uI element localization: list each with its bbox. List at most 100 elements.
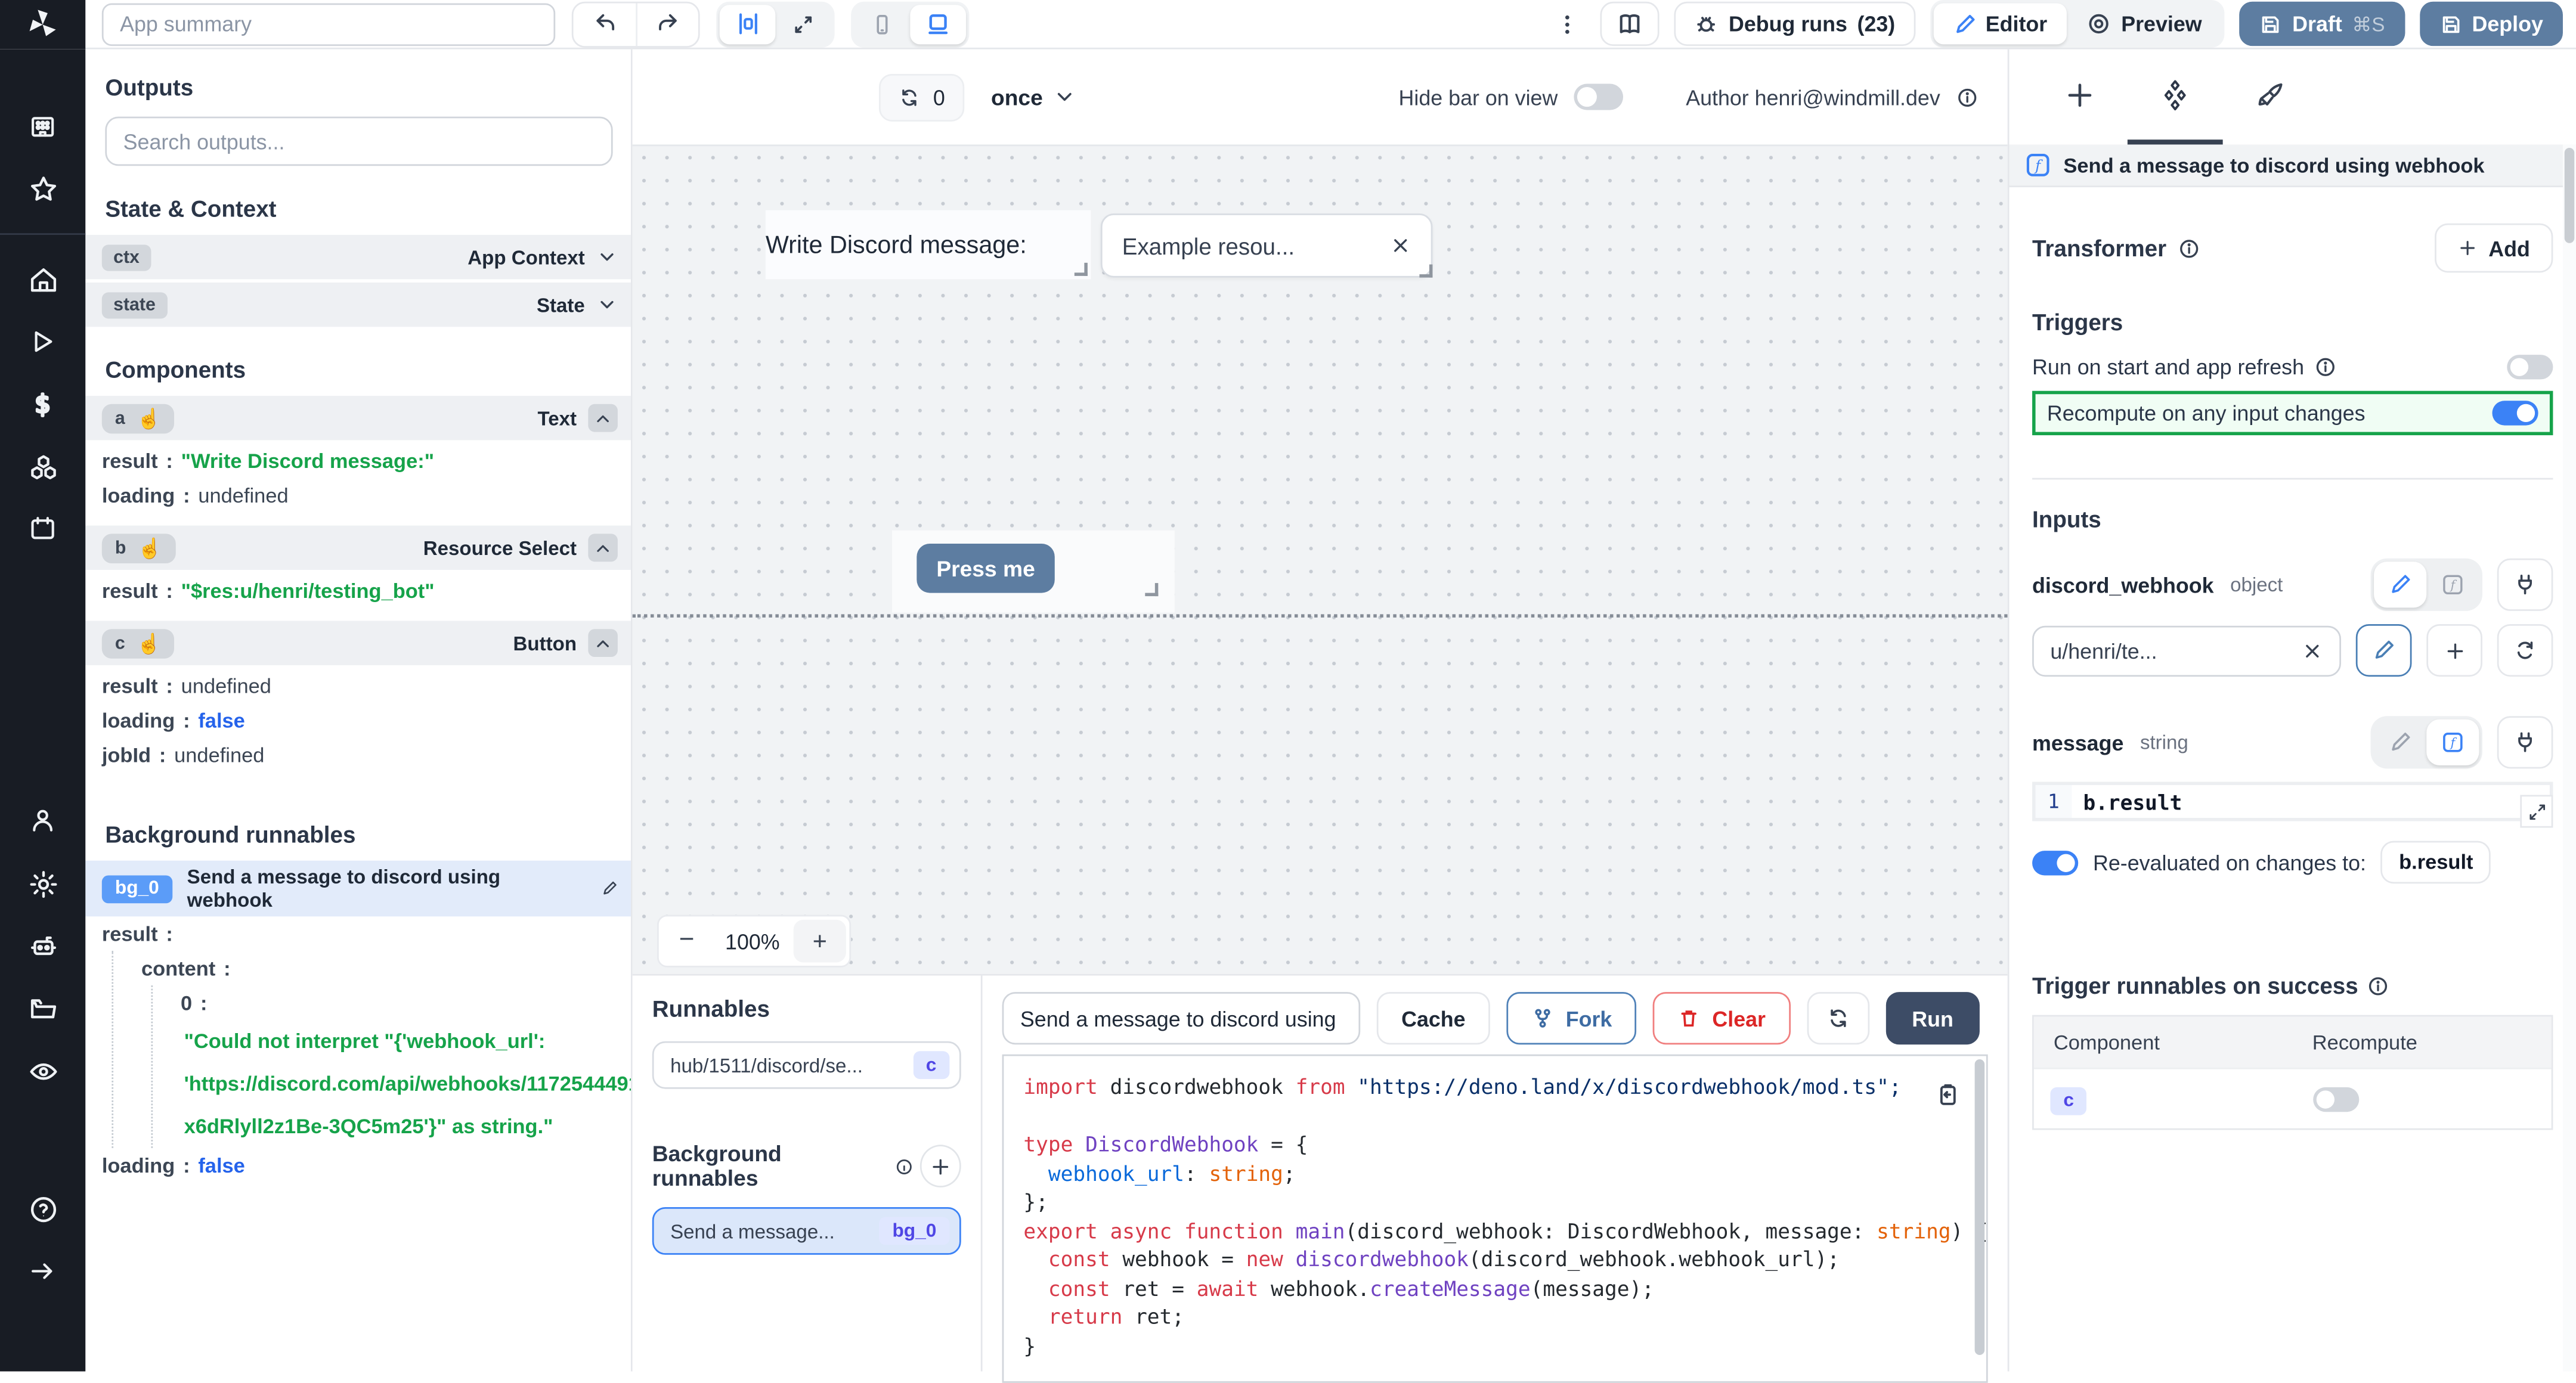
component-a-row[interactable]: a☝ Text [85,396,631,440]
draft-label: Draft [2292,11,2342,36]
press-me-button[interactable]: Press me [917,544,1054,593]
reeval-toggle[interactable] [2032,850,2078,875]
state-row[interactable]: state State [85,283,631,327]
favorites-nav-item[interactable] [0,157,85,220]
msg-static-mode-button[interactable] [2374,720,2426,765]
schedules-nav-item[interactable] [0,498,85,560]
text-component[interactable]: Write Discord message: [766,210,1091,280]
windmill-logo[interactable] [0,0,85,48]
component-c-row[interactable]: c☝ Button [85,621,631,665]
dw-refresh-resource-button[interactable] [2497,624,2553,677]
resource-select-component[interactable]: Example resou... [1101,213,1433,277]
debug-runs-button[interactable]: Debug runs (23) [1674,2,1915,46]
refresh-code-button[interactable] [1807,992,1869,1044]
collapse-c-button[interactable] [588,629,618,657]
right-scrollbar[interactable] [2563,144,2576,1371]
collapse-rail-button[interactable] [0,1240,85,1303]
plus-icon [2457,238,2477,258]
settings-nav-item[interactable] [0,852,85,915]
right-scrollbar-thumb[interactable] [2565,148,2575,243]
add-bg-runnable-button[interactable] [919,1145,961,1187]
collapse-a-button[interactable] [588,404,618,432]
row-recompute-toggle[interactable] [2312,1086,2358,1111]
app-summary-input[interactable] [102,2,555,45]
fork-button[interactable]: Fork [1507,992,1637,1044]
add-transformer-button[interactable]: Add [2434,224,2553,273]
dw-connect-button[interactable] [2497,559,2553,611]
pencil-icon [1953,13,1976,36]
search-outputs-input[interactable] [105,117,612,166]
mobile-view-button[interactable] [854,4,911,44]
code-scrollbar-thumb[interactable] [1975,1059,1985,1355]
msg-eval-mode-button[interactable]: f [2426,720,2479,765]
resize-handle[interactable] [1419,265,1432,278]
svg-text:f: f [2450,736,2457,750]
component-a-badge: a [115,408,125,428]
resize-handle[interactable] [1145,583,1158,596]
run-on-start-toggle[interactable] [2507,355,2553,379]
paintbrush-icon [2256,80,2286,110]
recompute-label: Recompute on any input changes [2047,401,2366,425]
ctx-row[interactable]: ctx App Context [85,235,631,279]
deploy-button[interactable]: Deploy [2419,2,2563,46]
expand-editor-button[interactable] [2520,795,2553,827]
component-b-row[interactable]: b☝ Resource Select [85,526,631,570]
users-nav-item[interactable] [0,790,85,852]
center-align-button[interactable] [720,4,776,44]
hide-bar-toggle[interactable] [1574,84,1624,110]
expand-icon [2528,802,2546,820]
code-editor[interactable]: import discordwebhook from "https://deno… [1002,1055,1988,1383]
dw-add-resource-button[interactable] [2426,624,2482,677]
plug-icon [2513,573,2537,597]
runnable-name-input[interactable] [1002,992,1361,1044]
preview-tab[interactable]: Preview [2067,4,2221,45]
button-component-cell: Press me [892,531,1175,613]
draft-button[interactable]: Draft ⌘S [2240,2,2405,46]
more-menu-button[interactable] [1550,13,1586,36]
runs-nav-item[interactable] [0,311,85,373]
dw-static-mode-button[interactable] [2374,562,2426,607]
undo-button[interactable] [574,2,636,45]
home-nav-item[interactable] [0,248,85,311]
help-nav-item[interactable] [0,1177,85,1240]
recompute-toggle[interactable] [2492,401,2538,425]
runnable-bg0-item[interactable]: Send a message... bg_0 [652,1207,961,1255]
runnable-hub-item[interactable]: hub/1511/discord/se... c [652,1041,961,1089]
author-label: Author henri@windmill.dev [1686,85,1940,109]
msg-connect-button[interactable] [2497,716,2553,768]
collapse-b-button[interactable] [588,534,618,562]
debug-runs-count: (23) [1857,11,1896,36]
cache-button[interactable]: Cache [1377,992,1490,1044]
message-expr-input[interactable]: 1 b.result [2032,782,2553,821]
fullscreen-button[interactable] [775,4,831,44]
refresh-count-button[interactable]: 0 [879,73,965,121]
workspace-nav-item[interactable] [0,95,85,158]
discord-webhook-resource-select[interactable]: u/henri/te... [2032,625,2341,675]
runnables-panel: Runnables hub/1511/discord/se... c Backg… [633,976,983,1372]
tab-styling[interactable] [2223,49,2318,145]
resources-nav-item[interactable] [0,435,85,498]
audit-nav-item[interactable] [0,1040,85,1102]
tab-insert[interactable] [2032,49,2128,145]
tab-component-settings[interactable] [2128,49,2223,145]
frequency-select[interactable]: once [991,85,1076,109]
folders-nav-item[interactable] [0,977,85,1040]
copy-code-button[interactable] [1936,1083,1960,1107]
bg0-row[interactable]: bg_0 Send a message to discord using web… [85,861,631,917]
workers-nav-item[interactable] [0,915,85,978]
clear-button[interactable]: Clear [1653,992,1790,1044]
run-button[interactable]: Run [1885,992,1980,1044]
dw-eval-mode-button[interactable]: f [2426,562,2479,607]
app-canvas[interactable]: Write Discord message: Example resou... … [633,144,2008,973]
resize-handle[interactable] [1075,263,1088,276]
variables-nav-item[interactable]: $ [0,373,85,435]
reeval-target-pill[interactable]: b.result [2381,841,2491,884]
desktop-view-button[interactable] [910,4,966,44]
zoom-in-button[interactable]: + [794,920,846,963]
zoom-out-button[interactable]: − [659,916,715,966]
dw-edit-resource-button[interactable] [2356,624,2412,677]
editor-tab[interactable]: Editor [1933,4,2067,45]
redo-button[interactable] [636,2,698,45]
docs-button[interactable] [1600,2,1659,46]
windmill-app-editor: Debug runs (23) Editor Preview Draft ⌘S [0,0,2576,1372]
